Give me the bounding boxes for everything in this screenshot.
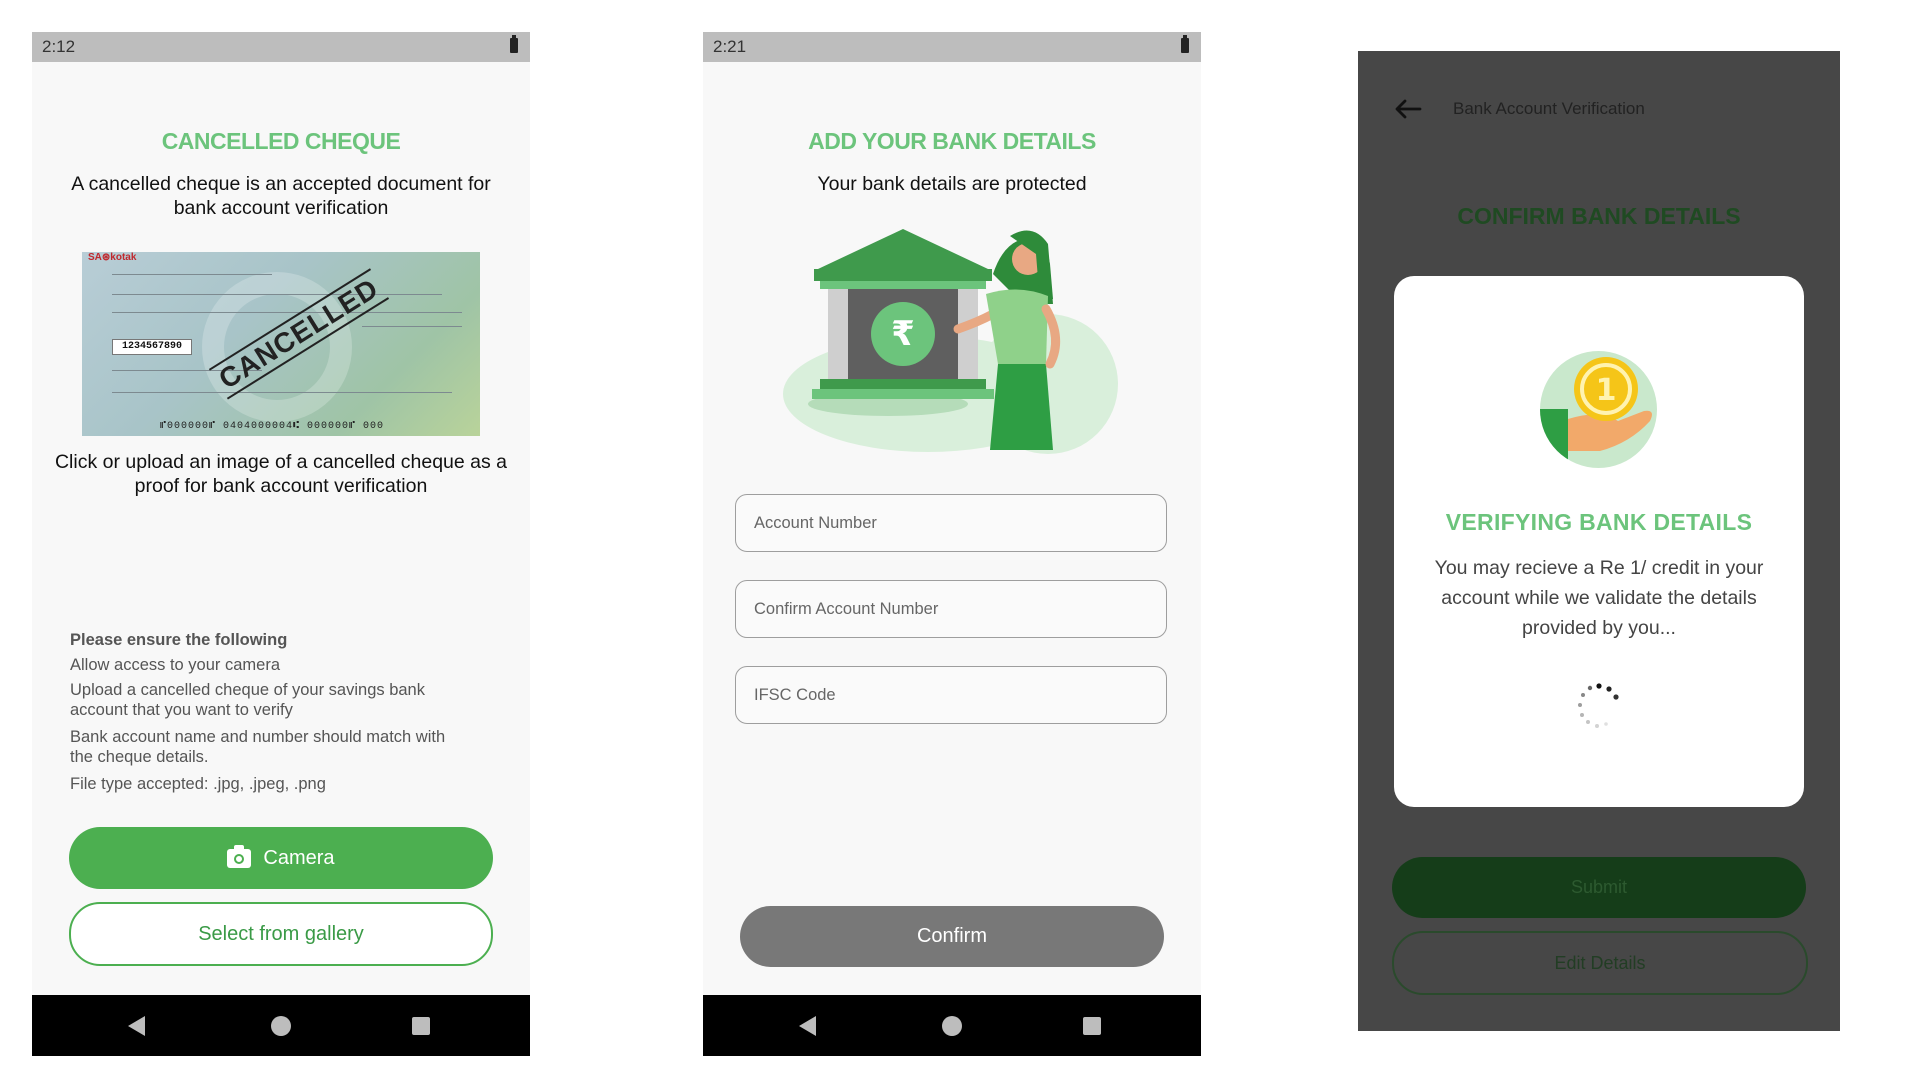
home-icon[interactable] <box>942 1016 962 1036</box>
back-icon[interactable] <box>128 1016 145 1036</box>
recent-apps-icon[interactable] <box>1083 1017 1101 1035</box>
confirm-account-number-input[interactable] <box>736 581 1166 637</box>
page-subtitle: A cancelled cheque is an accepted docume… <box>71 173 491 219</box>
verifying-bank-details-screen: Bank Account Verification CONFIRM BANK D… <box>1358 51 1840 1031</box>
back-arrow-icon[interactable] <box>1394 99 1422 119</box>
page-subtitle: Your bank details are protected <box>817 173 1087 195</box>
cheque-sample-image: SA⊛kotak 1234567890 CANCELLED ⑈000000⑈ 0… <box>82 252 480 436</box>
bank-illustration: ₹ <box>783 229 1118 454</box>
dialog-title: VERIFYING BANK DETAILS <box>1445 509 1753 535</box>
home-icon[interactable] <box>271 1016 291 1036</box>
confirm-account-number-field[interactable] <box>735 580 1167 638</box>
edit-details-button[interactable]: Edit Details <box>1392 931 1808 995</box>
status-time: 2:21 <box>713 37 747 56</box>
account-number-field[interactable] <box>735 494 1167 552</box>
page-title: ADD YOUR BANK DETAILS <box>808 128 1096 154</box>
status-bar: 2:21 <box>703 32 1201 62</box>
camera-button[interactable]: Camera <box>69 827 493 889</box>
select-from-gallery-button[interactable]: Select from gallery <box>69 902 493 966</box>
rupee-icon: ₹ <box>891 314 915 354</box>
submit-button[interactable]: Submit <box>1392 857 1806 918</box>
bank-logo: SA⊛kotak <box>88 252 137 263</box>
back-icon[interactable] <box>799 1016 816 1036</box>
battery-icon <box>510 35 518 53</box>
instruction-item: File type accepted: .jpg, .jpeg, .png <box>70 775 326 793</box>
account-number-input[interactable] <box>736 495 1166 551</box>
camera-button-label: Camera <box>263 846 335 869</box>
page-heading: CONFIRM BANK DETAILS <box>1457 203 1741 229</box>
confirm-button-label: Confirm <box>916 925 987 947</box>
dialog-message: You may recieve a Re 1/ credit in your a… <box>1434 557 1764 639</box>
gallery-button-label: Select from gallery <box>198 922 364 945</box>
ifsc-code-input[interactable] <box>736 667 1166 723</box>
confirm-button[interactable]: Confirm <box>740 906 1164 967</box>
instruction-item: Allow access to your camera <box>70 656 280 674</box>
battery-icon <box>1181 35 1189 53</box>
android-nav-bar <box>703 995 1201 1056</box>
camera-icon <box>227 844 252 868</box>
upload-description: Click or upload an image of a cancelled … <box>54 451 508 497</box>
status-bar: 2:12 <box>32 32 530 62</box>
instruction-item: Bank account name and number should matc… <box>70 728 446 766</box>
instructions-heading: Please ensure the following <box>70 631 288 649</box>
add-bank-details-screen: 2:21 ADD YOUR BANK DETAILS Your bank det… <box>703 32 1201 1056</box>
verifying-dialog: 1 VERIFYING BANK DETAILS You may recieve… <box>1394 276 1804 807</box>
coin-hand-icon: 1 <box>1540 351 1657 468</box>
coin-value: 1 <box>1596 373 1617 408</box>
status-time: 2:12 <box>42 37 76 56</box>
edit-details-button-label: Edit Details <box>1554 952 1646 973</box>
cheque-micr: ⑈000000⑈ 0404000004⑆ 000000⑈ 000 <box>160 421 385 432</box>
android-nav-bar <box>32 995 530 1056</box>
cancelled-cheque-screen: 2:12 CANCELLED CHEQUE A cancelled cheque… <box>32 32 530 1056</box>
submit-button-label: Submit <box>1570 877 1628 897</box>
ifsc-code-field[interactable] <box>735 666 1167 724</box>
loading-spinner-icon <box>1578 683 1619 728</box>
instruction-item: Upload a cancelled cheque of your saving… <box>70 681 425 719</box>
header-title: Bank Account Verification <box>1453 99 1645 118</box>
cheque-account-number: 1234567890 <box>112 339 192 355</box>
recent-apps-icon[interactable] <box>412 1017 430 1035</box>
page-title: CANCELLED CHEQUE <box>161 128 401 154</box>
